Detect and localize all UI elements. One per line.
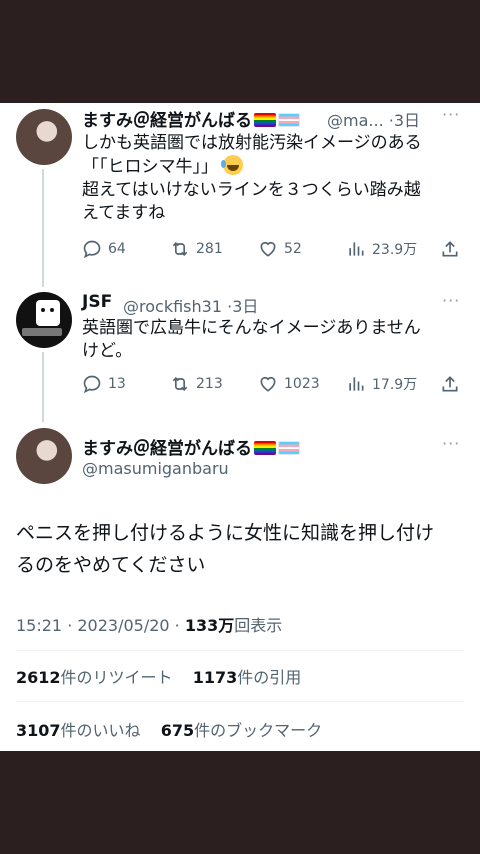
retweet-button[interactable]: 281 bbox=[170, 238, 223, 260]
avatar-masumi[interactable] bbox=[16, 109, 72, 165]
retweet-stat[interactable]: 2612件のリツイート bbox=[16, 668, 173, 687]
like-button[interactable]: 52 bbox=[258, 238, 302, 260]
avatar-items bbox=[22, 328, 62, 336]
share-icon bbox=[442, 241, 458, 257]
tweet-meta: @rockfish31 ·3日 bbox=[123, 297, 259, 316]
more-icon[interactable]: ··· bbox=[442, 105, 460, 124]
trans-flag-icon bbox=[278, 113, 300, 127]
like-stat[interactable]: 3107件のいいね bbox=[16, 721, 141, 740]
reply-icon bbox=[83, 375, 101, 394]
share-button[interactable] bbox=[440, 238, 460, 260]
laughing-emoji-icon bbox=[221, 155, 244, 175]
tweet-time[interactable]: 3日 bbox=[232, 297, 258, 316]
more-icon[interactable]: ··· bbox=[442, 434, 460, 453]
bookmark-stat[interactable]: 675件のブックマーク bbox=[161, 721, 322, 740]
reply-icon bbox=[83, 240, 101, 259]
rainbow-flag-icon bbox=[254, 113, 276, 127]
tweet-actions: 64 281 52 23.9万 bbox=[82, 238, 462, 260]
author-name[interactable]: ますみ＠経営がんばる bbox=[82, 434, 300, 459]
avatar-jsf[interactable] bbox=[16, 292, 72, 348]
trans-flag-icon bbox=[278, 441, 300, 455]
thread-line bbox=[42, 169, 44, 287]
main-tweet-text: ペニスを押し付けるように女性に知識を押し付け るのをやめてください bbox=[16, 522, 435, 576]
like-button[interactable]: 1023 bbox=[258, 373, 320, 395]
author-handle[interactable]: @rockfish31 bbox=[123, 297, 222, 316]
divider bbox=[16, 701, 464, 702]
author-name[interactable]: JSF bbox=[82, 292, 112, 312]
tweet-meta: @ma... ·3日 bbox=[327, 111, 421, 130]
author-handle[interactable]: @ma... bbox=[327, 111, 384, 130]
rainbow-flag-icon bbox=[254, 441, 276, 455]
share-button[interactable] bbox=[440, 373, 460, 395]
avatar-cat-figure bbox=[36, 300, 60, 326]
retweet-button[interactable]: 213 bbox=[170, 373, 223, 395]
avatar-masumi[interactable] bbox=[16, 428, 72, 484]
retweet-icon bbox=[172, 241, 188, 257]
retweet-quote-stats: 2612件のリツイート 1173件の引用 bbox=[16, 664, 301, 688]
like-icon bbox=[260, 241, 276, 257]
reply-button[interactable]: 64 bbox=[82, 238, 126, 260]
tweet-actions: 13 213 1023 17.9万 bbox=[82, 373, 462, 395]
like-bookmark-stats: 3107件のいいね 675件のブックマーク bbox=[16, 717, 322, 741]
reply-button[interactable]: 13 bbox=[82, 373, 126, 395]
views-button[interactable]: 23.9万 bbox=[346, 238, 417, 260]
tweet-timestamp: 15:21 · 2023/05/20 · 133万回表示 bbox=[16, 616, 283, 635]
views-icon bbox=[349, 242, 364, 256]
views-button[interactable]: 17.9万 bbox=[346, 373, 417, 395]
more-icon[interactable]: ··· bbox=[442, 291, 460, 310]
tweet-text: 英語圏で広島牛にそんなイメージありません けど。 bbox=[82, 318, 421, 361]
author-name[interactable]: ますみ＠経営がんばる bbox=[82, 106, 300, 131]
thread-line bbox=[42, 352, 44, 422]
author-handle[interactable]: @masumiganbaru bbox=[82, 459, 229, 478]
tweet-text: しかも英語圏では放射能汚染イメージのある 「「ヒロシマ牛」」 超えてはいけないラ… bbox=[82, 133, 422, 223]
tweet-time[interactable]: 3日 bbox=[394, 111, 420, 130]
share-icon bbox=[442, 376, 458, 392]
like-icon bbox=[260, 376, 276, 392]
divider bbox=[16, 650, 464, 651]
views-icon bbox=[349, 377, 364, 391]
quote-stat[interactable]: 1173件の引用 bbox=[193, 668, 302, 687]
tweet-card: ますみ＠経営がんばる @ma... ·3日 ··· しかも英語圏では放射能汚染イ… bbox=[0, 103, 480, 751]
retweet-icon bbox=[172, 376, 188, 392]
